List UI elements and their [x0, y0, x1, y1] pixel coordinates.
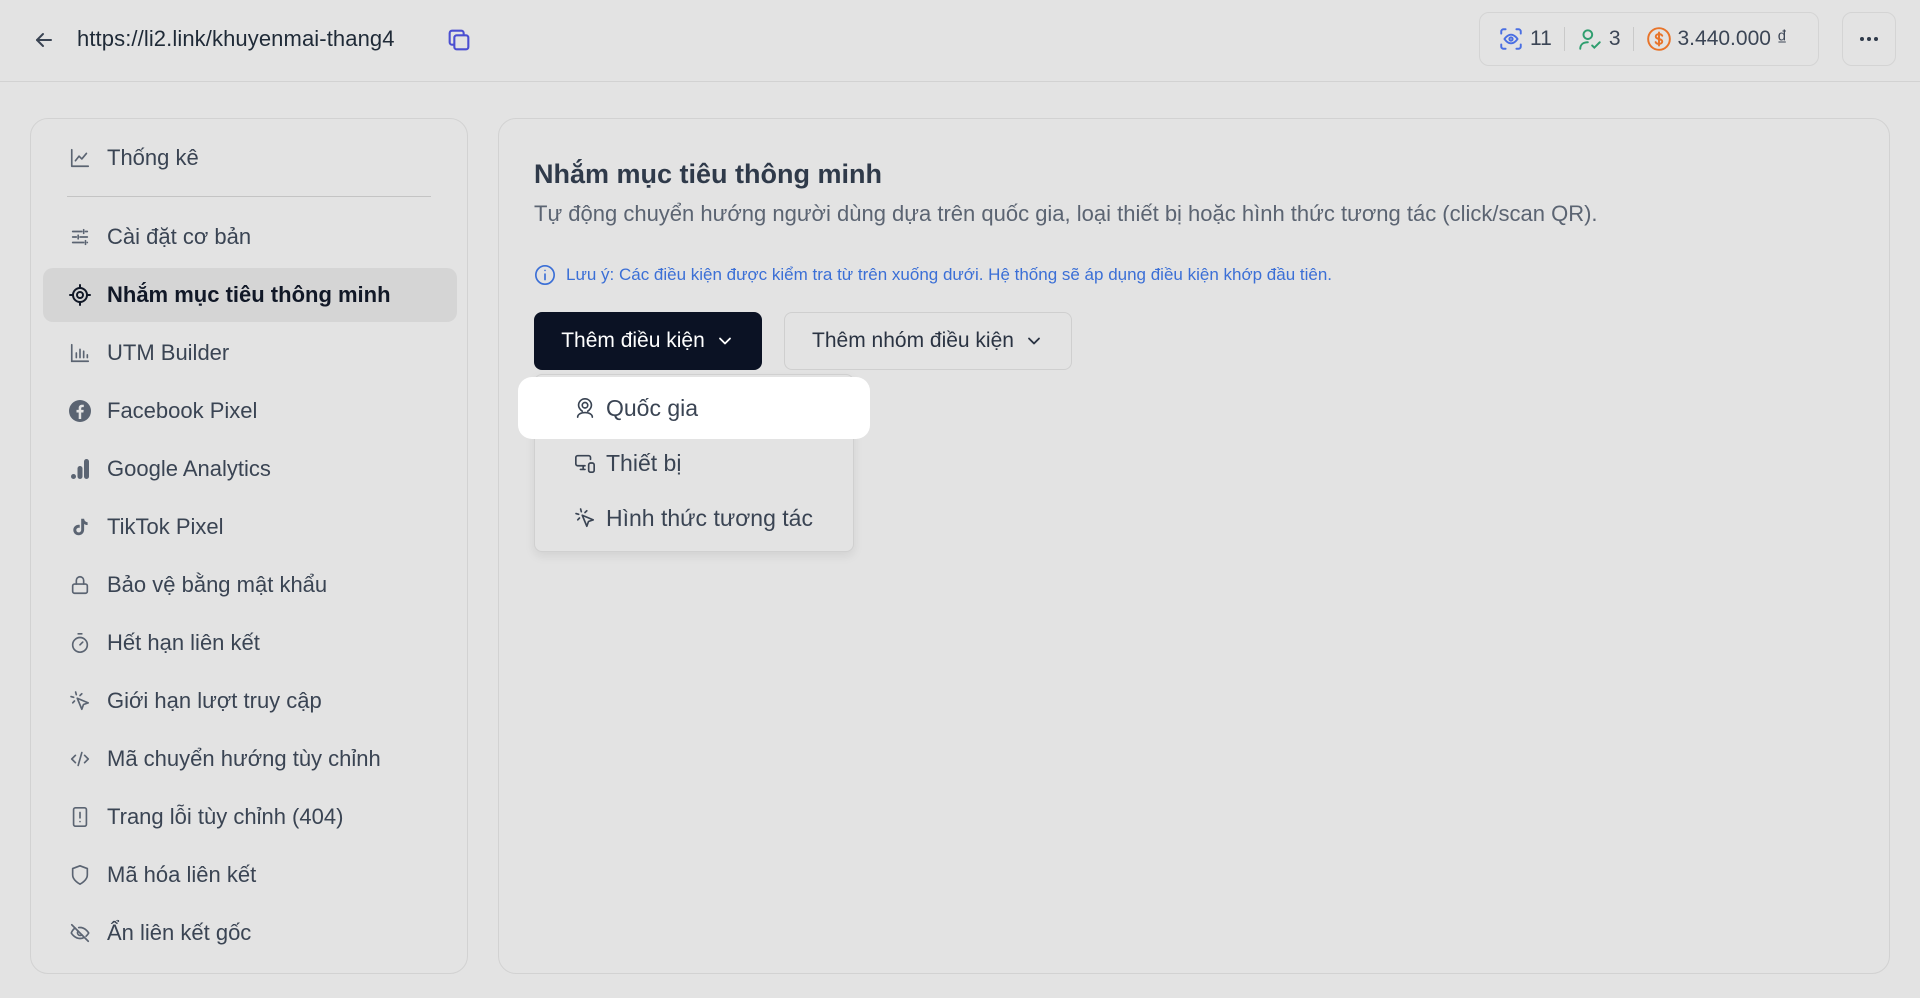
settings-sidebar: Thống kê Cài đặt cơ bản Nhắm mục tiêu th…	[30, 118, 468, 974]
dropdown-item-device[interactable]: Thiết bị	[572, 443, 681, 483]
sidebar-item-label: Bảo vệ bằng mật khẩu	[107, 572, 328, 597]
add-condition-button[interactable]: Thêm điều kiện	[534, 312, 762, 370]
chevron-down-icon	[715, 331, 735, 351]
revenue-amount: 3.440.000 ₫	[1677, 27, 1788, 50]
more-horizontal-icon	[1857, 27, 1881, 51]
sidebar-item-statistics[interactable]: Thống kê	[43, 131, 457, 185]
users-stat: 3	[1577, 26, 1621, 52]
analytics-icon	[67, 456, 93, 482]
dollar-circle-icon	[1646, 26, 1672, 52]
add-condition-group-button[interactable]: Thêm nhóm điều kiện	[784, 312, 1072, 370]
revenue-stat: 3.440.000 ₫	[1646, 26, 1788, 52]
pointer-click-icon	[572, 505, 598, 531]
sidebar-item-label: Mã hóa liên kết	[107, 862, 257, 887]
sidebar-item-smart-targeting[interactable]: Nhắm mục tiêu thông minh	[43, 268, 457, 322]
dropdown-item-interaction-type[interactable]: Hình thức tương tác	[572, 498, 813, 538]
sidebar-item-custom-redirect-code[interactable]: Mã chuyển hướng tùy chỉnh	[43, 732, 457, 786]
dropdown-item-label: Hình thức tương tác	[606, 504, 813, 531]
tiktok-icon	[67, 514, 93, 540]
sidebar-divider	[67, 196, 431, 197]
page-description: Tự động chuyển hướng người dùng dựa trên…	[534, 201, 1598, 226]
pointer-click-icon	[67, 688, 93, 714]
sidebar-item-google-analytics[interactable]: Google Analytics	[43, 442, 457, 496]
sidebar-item-utm-builder[interactable]: UTM Builder	[43, 326, 457, 380]
bar-chart-icon	[67, 340, 93, 366]
views-count: 11	[1530, 27, 1552, 50]
user-check-icon	[1577, 26, 1603, 52]
lock-icon	[67, 572, 93, 598]
back-button[interactable]	[28, 24, 60, 56]
users-count: 3	[1608, 27, 1621, 50]
sidebar-item-label: Google Analytics	[107, 456, 271, 481]
dropdown-item-label: Quốc gia	[606, 394, 699, 421]
sidebar-item-label: Trang lỗi tùy chỉnh (404)	[107, 804, 344, 829]
file-warning-icon	[67, 804, 93, 830]
info-note: Lưu ý: Các điều kiện được kiểm tra từ tr…	[534, 264, 1332, 286]
page-title: Nhắm mục tiêu thông minh	[534, 159, 882, 189]
dropdown-item-label: Thiết bị	[606, 449, 682, 476]
sidebar-item-label: Hết hạn liên kết	[107, 630, 260, 655]
dropdown-item-country[interactable]: Quốc gia	[572, 388, 698, 428]
divider	[1632, 27, 1634, 51]
sidebar-item-label: UTM Builder	[107, 340, 230, 365]
info-note-text: Lưu ý: Các điều kiện được kiểm tra từ tr…	[566, 265, 1333, 284]
sidebar-item-label: Mã chuyển hướng tùy chỉnh	[107, 746, 381, 771]
sidebar-item-hide-original-link[interactable]: Ẩn liên kết gốc	[43, 906, 457, 960]
eye-off-icon	[67, 920, 93, 946]
chart-icon	[67, 145, 93, 171]
sidebar-item-password-protection[interactable]: Bảo vệ bằng mật khẩu	[43, 558, 457, 612]
sidebar-item-label: TikTok Pixel	[107, 514, 224, 539]
map-pin-user-icon	[572, 395, 598, 421]
sidebar-item-facebook-pixel[interactable]: Facebook Pixel	[43, 384, 457, 438]
short-link-url: https://li2.link/khuyenmai-thang4	[77, 26, 395, 51]
divider	[1563, 27, 1565, 51]
copy-icon	[445, 26, 473, 54]
sidebar-item-custom-404[interactable]: Trang lỗi tùy chỉnh (404)	[43, 790, 457, 844]
sidebar-item-access-limit[interactable]: Giới hạn lượt truy cập	[43, 674, 457, 728]
scan-eye-icon	[1498, 26, 1524, 52]
sidebar-item-link-encryption[interactable]: Mã hóa liên kết	[43, 848, 457, 902]
sidebar-item-link-expiration[interactable]: Hết hạn liên kết	[43, 616, 457, 670]
link-stats: 11 3 3.440.000 ₫	[1479, 12, 1819, 66]
more-options-button[interactable]	[1842, 12, 1896, 66]
views-stat: 11	[1498, 26, 1552, 52]
sidebar-item-tiktok-pixel[interactable]: TikTok Pixel	[43, 500, 457, 554]
info-icon	[534, 264, 556, 286]
sliders-icon	[67, 224, 93, 250]
sidebar-item-label: Giới hạn lượt truy cập	[107, 688, 322, 713]
arrow-left-icon	[32, 28, 56, 52]
shield-icon	[67, 862, 93, 888]
devices-icon	[572, 450, 598, 476]
target-icon	[67, 282, 93, 308]
sidebar-item-basic-settings[interactable]: Cài đặt cơ bản	[43, 210, 457, 264]
sidebar-item-label: Facebook Pixel	[107, 398, 258, 423]
sidebar-item-label: Cài đặt cơ bản	[107, 224, 252, 249]
code-icon	[67, 746, 93, 772]
sidebar-item-label: Thống kê	[107, 145, 199, 170]
copy-button[interactable]	[442, 23, 476, 57]
timer-icon	[67, 630, 93, 656]
chevron-down-icon	[1024, 331, 1044, 351]
add-group-label: Thêm nhóm điều kiện	[812, 329, 1014, 352]
facebook-icon	[67, 398, 93, 424]
sidebar-item-label: Ẩn liên kết gốc	[107, 920, 252, 945]
top-bar: https://li2.link/khuyenmai-thang4 11 3 3…	[0, 0, 1920, 82]
sidebar-item-label: Nhắm mục tiêu thông minh	[107, 282, 391, 307]
add-condition-label: Thêm điều kiện	[561, 329, 705, 352]
